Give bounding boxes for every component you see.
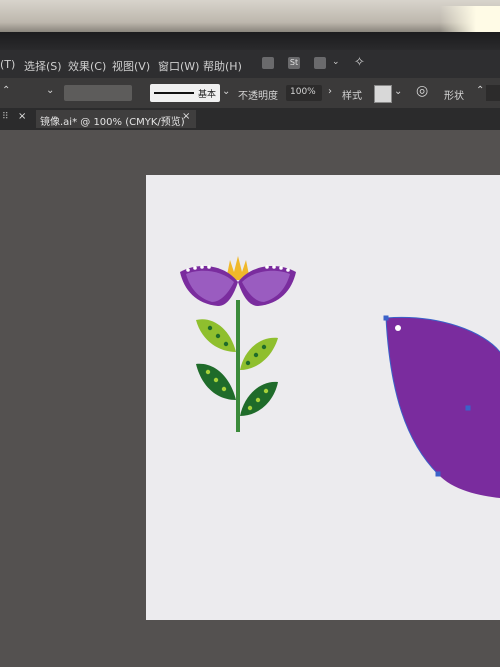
menu-item-select[interactable]: 选择(S) (24, 58, 62, 74)
stepper-icon[interactable]: ⌃ (476, 85, 484, 96)
style-label: 样式 (342, 91, 362, 102)
bridge-icon[interactable] (262, 57, 274, 69)
tab-title: 镜像.ai* @ 100% (CMYK/预览) (40, 117, 185, 128)
menu-item-view[interactable]: 视图(V) (112, 58, 150, 74)
corner-radius-field[interactable] (486, 85, 500, 101)
shape-label: 形状 (444, 91, 464, 102)
flower-stem (236, 300, 240, 432)
menu-item-type[interactable]: (T) (0, 58, 15, 71)
document-tab-bar: ⠿ × 镜像.ai* @ 100% (CMYK/预览) × (0, 108, 500, 130)
room-ceiling (0, 0, 500, 32)
opacity-field[interactable]: 100% (286, 85, 322, 101)
menu-item-window[interactable]: 窗口(W) (158, 58, 199, 74)
recolor-artwork-icon[interactable]: ◎ (416, 83, 428, 99)
stock-icon[interactable]: St (288, 57, 300, 69)
chevron-down-icon[interactable]: ⌄ (394, 86, 402, 97)
menu-bar: (T) 选择(S) 效果(C) 视图(V) 窗口(W) 帮助(H) St ⌄ ✧ (0, 50, 500, 78)
selected-petal-shape[interactable] (380, 312, 500, 502)
monitor-bezel (0, 32, 500, 50)
petal-fill (386, 317, 500, 498)
tab-close-icon[interactable]: × (182, 111, 190, 122)
chevron-down-icon[interactable]: ⌄ (46, 85, 54, 96)
chevron-right-icon[interactable]: › (328, 86, 332, 97)
leaf-upper-right (240, 337, 278, 370)
stroke-style-label: 基本 (198, 90, 217, 100)
tab-document[interactable]: 镜像.ai* @ 100% (CMYK/预览) (36, 110, 196, 128)
chevron-down-icon[interactable]: ⌄ (332, 57, 340, 67)
center-point[interactable] (465, 405, 471, 411)
anchor-point[interactable] (435, 471, 441, 477)
opacity-value: 100% (290, 87, 316, 97)
opacity-label: 不透明度 (238, 91, 278, 102)
control-bar: ⌃ ⌄ 基本 ⌄ 不透明度 100% › 样式 ⌄ ◎ 形状 ⌃ (0, 78, 500, 108)
anchor-point[interactable] (383, 315, 389, 321)
style-swatch[interactable] (374, 85, 392, 103)
ceiling-lamp (440, 6, 500, 32)
flower-illustration[interactable] (178, 250, 302, 434)
menu-item-effect[interactable]: 效果(C) (68, 58, 106, 74)
panel-grip-icon: ⠿ (2, 112, 9, 122)
stroke-profile-dropdown[interactable]: 基本 (150, 84, 220, 102)
stepper-icon[interactable]: ⌃ (2, 85, 10, 96)
menu-item-help[interactable]: 帮助(H) (203, 58, 242, 74)
stroke-line-preview (154, 92, 194, 94)
arrange-documents-icon[interactable] (314, 57, 326, 69)
stroke-weight-field[interactable] (64, 85, 132, 101)
petal-dot (395, 325, 401, 331)
close-icon[interactable]: × (18, 111, 26, 122)
chevron-down-icon[interactable]: ⌄ (222, 86, 230, 97)
gpu-performance-icon[interactable]: ✧ (354, 55, 365, 70)
